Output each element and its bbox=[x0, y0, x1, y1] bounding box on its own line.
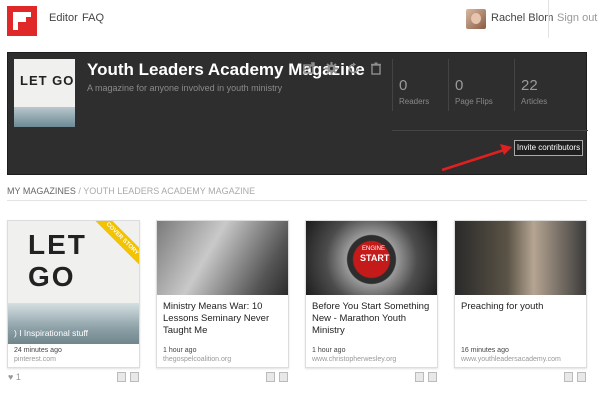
nav-editor-link[interactable]: Editor bbox=[49, 12, 78, 24]
stat-divider bbox=[514, 59, 515, 111]
annotation-arrow bbox=[441, 144, 512, 172]
articles-count: 22 bbox=[521, 77, 538, 94]
gear-icon[interactable] bbox=[324, 62, 338, 76]
delete-icon[interactable] bbox=[279, 372, 288, 382]
page-flips-label: Page Flips bbox=[455, 97, 493, 106]
nav-faq-link[interactable]: FAQ bbox=[82, 12, 104, 24]
username[interactable]: Rachel Blom bbox=[491, 12, 553, 24]
article-title[interactable]: Before You Start Something New - Maratho… bbox=[312, 301, 434, 337]
breadcrumb-divider bbox=[7, 200, 587, 201]
refresh-icon[interactable] bbox=[346, 62, 360, 76]
article-card[interactable]: Ministry Means War: 10 Lessons Seminary … bbox=[156, 220, 289, 368]
top-bar: Editor FAQ Rachel Blom Sign out bbox=[0, 0, 600, 40]
share-icon[interactable] bbox=[302, 62, 316, 76]
card-time: 24 minutes ago bbox=[14, 347, 62, 354]
card-time: 16 minutes ago bbox=[461, 347, 509, 354]
delete-icon[interactable] bbox=[428, 372, 437, 382]
article-card[interactable]: LET GO ) I Inspirational stuff COVER STO… bbox=[7, 220, 140, 368]
card-caption: ) I Inspirational stuff bbox=[14, 328, 89, 338]
likes[interactable]: ♥ 1 bbox=[8, 372, 21, 384]
article-title[interactable]: Preaching for youth bbox=[461, 301, 583, 313]
delete-icon[interactable] bbox=[577, 372, 586, 382]
promote-icon[interactable] bbox=[266, 372, 275, 382]
stat-divider bbox=[448, 59, 449, 111]
panel-divider bbox=[392, 130, 588, 131]
promote-icon[interactable] bbox=[117, 372, 126, 382]
card-time: 1 hour ago bbox=[312, 347, 346, 354]
sign-out-link[interactable]: Sign out bbox=[557, 12, 597, 24]
breadcrumb-root[interactable]: MY MAGAZINES bbox=[7, 186, 76, 196]
magazine-cover-image[interactable]: LET GO bbox=[14, 59, 75, 127]
article-image[interactable] bbox=[157, 221, 288, 295]
readers-count: 0 bbox=[399, 77, 408, 94]
divider bbox=[548, 0, 549, 38]
avatar[interactable] bbox=[466, 9, 486, 29]
card-source[interactable]: thegospelcoalition.org bbox=[163, 356, 231, 363]
card-source[interactable]: www.youthleadersacademy.com bbox=[461, 356, 561, 363]
readers-label: Readers bbox=[399, 97, 430, 106]
stat-divider bbox=[392, 59, 393, 111]
cover-text: LET GO bbox=[20, 73, 75, 88]
image-text-engine: ENGINE bbox=[362, 246, 386, 252]
article-image[interactable]: ENGINE START bbox=[306, 221, 437, 295]
articles-label: Articles bbox=[521, 97, 548, 106]
article-image[interactable] bbox=[455, 221, 586, 295]
breadcrumb-current: YOUTH LEADERS ACADEMY MAGAZINE bbox=[83, 186, 256, 196]
card-source[interactable]: pinterest.com bbox=[14, 356, 56, 363]
promote-icon[interactable] bbox=[415, 372, 424, 382]
breadcrumb: MY MAGAZINES / YOUTH LEADERS ACADEMY MAG… bbox=[7, 186, 256, 196]
delete-icon[interactable] bbox=[130, 372, 139, 382]
magazine-subtitle: A magazine for anyone involved in youth … bbox=[87, 83, 283, 93]
likes-count: 1 bbox=[15, 372, 21, 382]
invite-contributors-button[interactable]: Invite contributors bbox=[514, 140, 583, 156]
page-flips-count: 0 bbox=[455, 77, 464, 94]
card-source[interactable]: www.christopherwesley.org bbox=[312, 356, 396, 363]
image-text-start: START bbox=[360, 253, 390, 263]
flipboard-logo-icon[interactable] bbox=[7, 6, 37, 36]
heart-icon[interactable]: ♥ bbox=[8, 372, 13, 382]
article-title[interactable]: Ministry Means War: 10 Lessons Seminary … bbox=[163, 301, 285, 337]
trash-icon[interactable] bbox=[369, 62, 383, 76]
card-time: 1 hour ago bbox=[163, 347, 197, 354]
article-card[interactable]: Preaching for youth 16 minutes ago www.y… bbox=[454, 220, 587, 368]
article-card[interactable]: ENGINE START Before You Start Something … bbox=[305, 220, 438, 368]
promote-icon[interactable] bbox=[564, 372, 573, 382]
